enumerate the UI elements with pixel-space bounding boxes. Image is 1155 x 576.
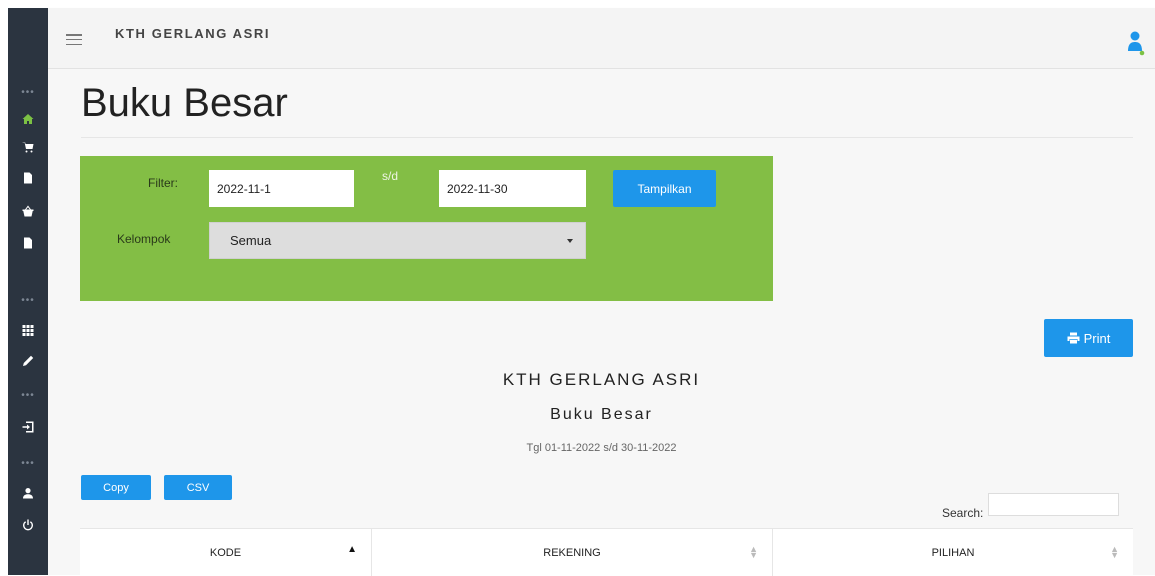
main-content: Buku Besar Filter: s/d Tampilkan Kelompo… (48, 69, 1155, 576)
shopping-basket-icon[interactable] (8, 201, 48, 221)
user-icon[interactable] (8, 483, 48, 503)
search-input[interactable] (988, 493, 1119, 516)
sidebar: ••• ••• ••• ••• (8, 8, 48, 575)
column-header-kode[interactable]: KODE ▲ (80, 529, 372, 576)
file-icon[interactable] (8, 168, 48, 188)
cart-icon[interactable] (8, 137, 48, 157)
home-icon[interactable] (8, 109, 48, 129)
table-header: KODE ▲ REKENING ▲ ▼ PILIHAN ▲ ▼ (80, 528, 1133, 576)
sidebar-separator: ••• (21, 86, 35, 98)
filter-panel: Filter: s/d Tampilkan Kelompok Semua (80, 156, 773, 301)
date-from-input[interactable] (209, 170, 354, 207)
page-title: Buku Besar (81, 81, 288, 125)
menu-toggle-icon[interactable] (66, 34, 82, 46)
search-label: Search: (942, 506, 984, 520)
app-brand: KTH GERLANG ASRI (115, 26, 271, 41)
report-period: Tgl 01-11-2022 s/d 30-11-2022 (526, 442, 677, 454)
grid-icon[interactable] (8, 320, 48, 340)
chevron-down-icon (567, 239, 573, 243)
top-navbar: KTH GERLANG ASRI (48, 8, 1155, 69)
kelompok-select[interactable]: Semua (209, 222, 586, 259)
login-icon[interactable] (8, 417, 48, 437)
report-title: Buku Besar (550, 406, 653, 423)
power-icon[interactable] (8, 515, 48, 535)
sort-icon: ▲ ▼ (749, 544, 758, 560)
filter-label: Filter: (148, 176, 178, 190)
app-frame: ••• ••• ••• ••• KTH GERLANG ASRI Buku Be… (0, 0, 1155, 576)
column-header-rekening[interactable]: REKENING ▲ ▼ (372, 529, 773, 576)
csv-button[interactable]: CSV (164, 475, 232, 500)
kelompok-label: Kelompok (117, 232, 171, 246)
print-icon (1067, 332, 1080, 344)
sidebar-separator: ••• (21, 457, 35, 469)
date-to-input[interactable] (439, 170, 586, 207)
copy-button[interactable]: Copy (81, 475, 151, 500)
range-separator: s/d (382, 169, 399, 183)
pencil-icon[interactable] (8, 351, 48, 371)
sidebar-separator: ••• (21, 294, 35, 306)
tampilkan-button[interactable]: Tampilkan (613, 170, 716, 207)
column-header-pilihan[interactable]: PILIHAN ▲ ▼ (773, 529, 1133, 576)
user-avatar-icon[interactable] (1127, 28, 1145, 58)
report-org-name: KTH GERLANG ASRI (502, 370, 701, 389)
sort-icon: ▲ ▼ (1110, 544, 1119, 560)
title-divider (81, 137, 1133, 138)
document-icon[interactable] (8, 233, 48, 253)
sidebar-separator: ••• (21, 389, 35, 401)
print-button[interactable]: Print (1044, 319, 1133, 357)
print-label: Print (1083, 330, 1111, 346)
sort-ascending-icon: ▲ (347, 544, 357, 555)
kelompok-selected-value: Semua (230, 233, 272, 248)
